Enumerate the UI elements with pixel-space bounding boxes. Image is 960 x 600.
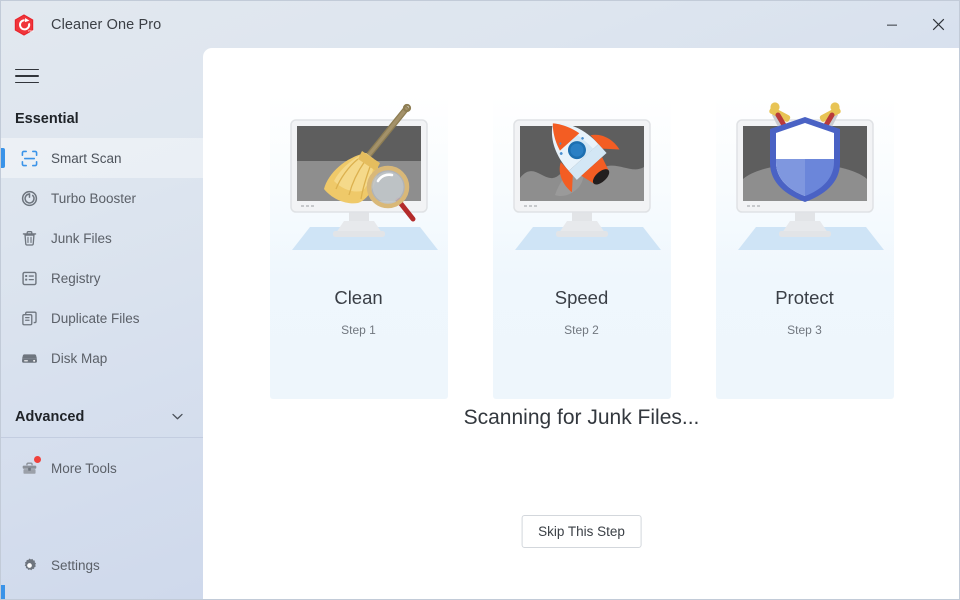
step-card-protect[interactable]: Protect Step 3 bbox=[715, 95, 894, 399]
monitor-shield-swords-icon bbox=[716, 95, 894, 265]
chevron-down-icon bbox=[170, 409, 185, 424]
skip-this-step-button[interactable]: Skip This Step bbox=[521, 515, 642, 548]
duplicate-files-icon bbox=[19, 308, 39, 328]
step-cards: Clean Step 1 Speed Step 2 Protect Step 3 bbox=[203, 95, 959, 399]
sidebar-item-label: Junk Files bbox=[51, 230, 112, 246]
smart-scan-icon bbox=[19, 148, 39, 168]
sidebar-nav-advanced: More Tools bbox=[1, 448, 203, 488]
notification-badge bbox=[34, 456, 41, 463]
main-content: Clean Step 1 Speed Step 2 Protect Step 3… bbox=[203, 48, 959, 599]
step-card-title: Clean bbox=[334, 287, 383, 308]
app-title: Cleaner One Pro bbox=[51, 16, 162, 33]
sidebar-section-advanced[interactable]: Advanced bbox=[1, 396, 203, 438]
registry-list-icon bbox=[19, 268, 39, 288]
step-card-step: Step 3 bbox=[787, 323, 822, 337]
step-card-step: Step 2 bbox=[564, 323, 599, 337]
title-bar: PRO Cleaner One Pro bbox=[1, 1, 959, 48]
sidebar-item-smart-scan[interactable]: Smart Scan bbox=[1, 138, 203, 178]
application-window: PRO Cleaner One Pro Essential Smart Scan… bbox=[0, 0, 960, 600]
step-card-step: Step 1 bbox=[341, 323, 376, 337]
svg-text:PRO: PRO bbox=[28, 29, 34, 33]
toolbox-icon bbox=[19, 456, 41, 478]
step-card-title: Speed bbox=[554, 287, 609, 308]
sidebar-item-label: Registry bbox=[51, 270, 101, 286]
app-logo-icon: PRO bbox=[11, 12, 37, 38]
sidebar-section-label: Advanced bbox=[15, 408, 85, 425]
sidebar-item-label: More Tools bbox=[51, 460, 117, 476]
hamburger-menu-icon[interactable] bbox=[15, 64, 43, 88]
sidebar-accent-bar bbox=[1, 585, 5, 599]
sidebar-item-turbo-booster[interactable]: Turbo Booster bbox=[1, 178, 203, 218]
power-booster-icon bbox=[19, 188, 39, 208]
monitor-broom-magnifier-icon bbox=[270, 95, 448, 265]
monitor-rocket-icon bbox=[493, 95, 671, 265]
scan-status-text: Scanning for Junk Files... bbox=[463, 406, 700, 429]
sidebar-item-label: Duplicate Files bbox=[51, 310, 140, 326]
close-button[interactable] bbox=[915, 1, 959, 48]
gear-icon bbox=[19, 555, 39, 575]
sidebar-item-junk-files[interactable]: Junk Files bbox=[1, 218, 203, 258]
sidebar-item-label: Settings bbox=[51, 557, 100, 573]
sidebar-item-label: Turbo Booster bbox=[51, 190, 137, 206]
sidebar-item-registry[interactable]: Registry bbox=[1, 258, 203, 298]
sidebar-item-settings[interactable]: Settings bbox=[1, 545, 203, 585]
sidebar-item-more-tools[interactable]: More Tools bbox=[1, 448, 203, 488]
sidebar-section-essential: Essential bbox=[1, 104, 203, 134]
sidebar-item-duplicate-files[interactable]: Duplicate Files bbox=[1, 298, 203, 338]
sidebar-item-disk-map[interactable]: Disk Map bbox=[1, 338, 203, 378]
sidebar-nav-essential: Smart Scan Turbo Booster Junk Files Regi… bbox=[1, 138, 203, 378]
step-card-title: Protect bbox=[775, 287, 834, 308]
sidebar-item-label: Smart Scan bbox=[51, 150, 122, 166]
minimize-button[interactable] bbox=[869, 1, 915, 48]
step-card-clean[interactable]: Clean Step 1 bbox=[269, 95, 448, 399]
sidebar: Essential Smart Scan Turbo Booster Junk … bbox=[1, 48, 203, 599]
window-controls bbox=[869, 1, 959, 48]
step-card-speed[interactable]: Speed Step 2 bbox=[492, 95, 671, 399]
sidebar-section-label: Essential bbox=[15, 111, 79, 127]
disk-drive-icon bbox=[19, 348, 39, 368]
trash-can-icon bbox=[19, 228, 39, 248]
sidebar-item-label: Disk Map bbox=[51, 350, 108, 366]
